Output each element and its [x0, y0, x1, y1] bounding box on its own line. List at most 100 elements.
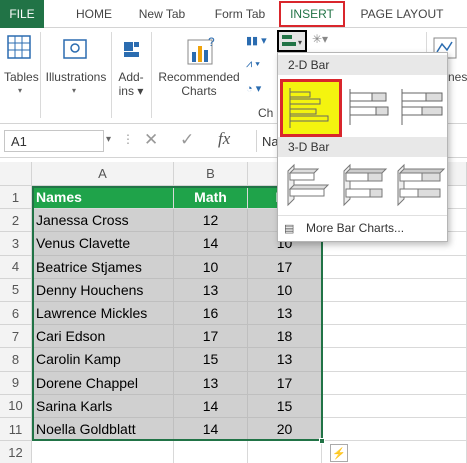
tab-form-tab[interactable]: Form Tab	[208, 0, 272, 28]
empty-cell[interactable]	[322, 394, 467, 418]
table-cell[interactable]: Janessa Cross	[32, 209, 174, 233]
table-cell[interactable]: 10	[248, 278, 322, 302]
table-cell[interactable]: 10	[174, 255, 248, 279]
addins-label-line2: ins ▾	[118, 84, 144, 98]
store-icon	[124, 42, 139, 57]
scatter-chart-icon[interactable]: ✳▾	[312, 32, 336, 52]
row-header[interactable]: 7	[0, 325, 32, 349]
empty-cell[interactable]	[322, 302, 467, 326]
row-header[interactable]: 8	[0, 348, 32, 372]
table-cell[interactable]: 14	[174, 232, 248, 256]
select-all-corner[interactable]	[0, 162, 32, 186]
dots-icon: ⋮	[122, 132, 134, 146]
table-cell[interactable]: Cari Edson	[32, 325, 174, 349]
column-header-b[interactable]: B	[174, 162, 248, 186]
stacked-bar-3d-option[interactable]	[340, 161, 392, 215]
empty-cell[interactable]	[322, 371, 467, 395]
more-bar-charts-item[interactable]: ▤ More Bar Charts...	[278, 217, 447, 239]
bar-chart-icon: ▾	[282, 35, 302, 47]
row-header[interactable]: 11	[0, 418, 32, 442]
table-cell[interactable]: 16	[174, 302, 248, 326]
table-cell[interactable]: 15	[248, 394, 322, 418]
row-header[interactable]: 3	[0, 232, 32, 256]
quick-analysis-icon[interactable]: ⚡	[330, 444, 348, 462]
cancel-icon[interactable]: ✕	[144, 130, 158, 150]
table-cell[interactable]: 13	[248, 302, 322, 326]
line-chart-icon[interactable]: ⩘ ▾	[246, 58, 274, 78]
table-cell[interactable]: Dorene Chappel	[32, 371, 174, 395]
tab-file[interactable]: FILE	[0, 0, 44, 28]
recommended-charts-button[interactable]: ? Recommended Charts	[156, 32, 242, 102]
enter-icon[interactable]: ✓	[180, 130, 194, 150]
row-header[interactable]: 1	[0, 186, 32, 210]
row-header[interactable]: 12	[0, 441, 32, 463]
row-header[interactable]: 10	[0, 394, 32, 418]
table-cell[interactable]: 18	[248, 325, 322, 349]
header-cell[interactable]: Math	[174, 186, 248, 210]
table-cell[interactable]: Carolin Kamp	[32, 348, 174, 372]
empty-cell[interactable]	[322, 278, 467, 302]
header-cell[interactable]: Names	[32, 186, 174, 210]
table-cell[interactable]: 14	[174, 418, 248, 442]
table-cell[interactable]: 17	[248, 255, 322, 279]
row-header[interactable]: 5	[0, 278, 32, 302]
row-header[interactable]: 2	[0, 209, 32, 233]
clustered-bar-3d-icon	[287, 163, 330, 207]
table-cell[interactable]: 13	[174, 278, 248, 302]
empty-cell[interactable]	[322, 348, 467, 372]
stacked-bar-option[interactable]	[344, 79, 396, 137]
row-header[interactable]: 6	[0, 302, 32, 326]
insert-function-icon[interactable]: fx	[218, 129, 230, 149]
stacked-100-bar-icon	[401, 89, 443, 125]
tab-page-layout[interactable]: PAGE LAYOUT	[356, 0, 448, 28]
stacked-100-bar-3d-option[interactable]	[394, 161, 446, 215]
sparklines-label: nes	[448, 70, 467, 84]
ribbon-separator	[40, 32, 41, 118]
name-box[interactable]: A1	[4, 130, 104, 152]
fill-handle[interactable]	[319, 438, 325, 444]
table-cell[interactable]: 12	[174, 209, 248, 233]
stacked-100-bar-option[interactable]	[396, 79, 448, 137]
bar-chart-button[interactable]: ▾	[277, 30, 307, 52]
column-chart-icon[interactable]: ▮▮ ▾	[246, 34, 274, 54]
table-cell[interactable]: Sarina Karls	[32, 394, 174, 418]
empty-cell[interactable]	[248, 441, 322, 463]
clustered-bar-icon	[289, 88, 329, 128]
table-cell[interactable]: 15	[174, 348, 248, 372]
table-cell[interactable]: 13	[248, 348, 322, 372]
row-header[interactable]: 4	[0, 255, 32, 279]
empty-cell[interactable]	[322, 255, 467, 279]
column-header-a[interactable]: A	[32, 162, 174, 186]
table-cell[interactable]: 17	[174, 325, 248, 349]
tab-insert[interactable]: INSERT	[279, 1, 345, 27]
empty-cell[interactable]	[322, 325, 467, 349]
table-cell[interactable]: 14	[174, 394, 248, 418]
row-header[interactable]: 9	[0, 371, 32, 395]
clustered-bar-option[interactable]	[280, 79, 342, 137]
table-cell[interactable]: 17	[248, 371, 322, 395]
empty-cell[interactable]	[32, 441, 174, 463]
tab-home[interactable]: HOME	[66, 0, 122, 28]
recommended-charts-icon: ?	[187, 35, 215, 65]
clustered-bar-3d-option[interactable]	[284, 161, 336, 215]
tables-button[interactable]: Tables ▾	[4, 32, 39, 95]
table-cell[interactable]: Lawrence Mickles	[32, 302, 174, 326]
addins-label-line1: Add-	[118, 70, 144, 84]
illustrations-button[interactable]: Illustrations ▾	[44, 32, 108, 95]
table-cell[interactable]: Noella Goldblatt	[32, 418, 174, 442]
name-box-chevron-icon[interactable]: ▾	[106, 134, 111, 145]
table-cell[interactable]: Venus Clavette	[32, 232, 174, 256]
recommended-label-line1: Recommended	[158, 70, 240, 84]
svg-text:▾: ▾	[298, 38, 302, 47]
table-cell[interactable]: 20	[248, 418, 322, 442]
table-cell[interactable]: Denny Houchens	[32, 278, 174, 302]
charts-group-label: Ch	[258, 106, 274, 120]
empty-cell[interactable]	[174, 441, 248, 463]
table-cell[interactable]: Beatrice Stjames	[32, 255, 174, 279]
stacked-bar-3d-icon	[343, 163, 388, 207]
empty-cell[interactable]	[322, 418, 467, 442]
table-cell[interactable]: 13	[174, 371, 248, 395]
pie-chart-icon[interactable]: ◔ ▾	[246, 82, 274, 102]
tab-new-tab[interactable]: New Tab	[132, 0, 192, 28]
addins-button[interactable]: Add- ins ▾	[114, 32, 148, 102]
